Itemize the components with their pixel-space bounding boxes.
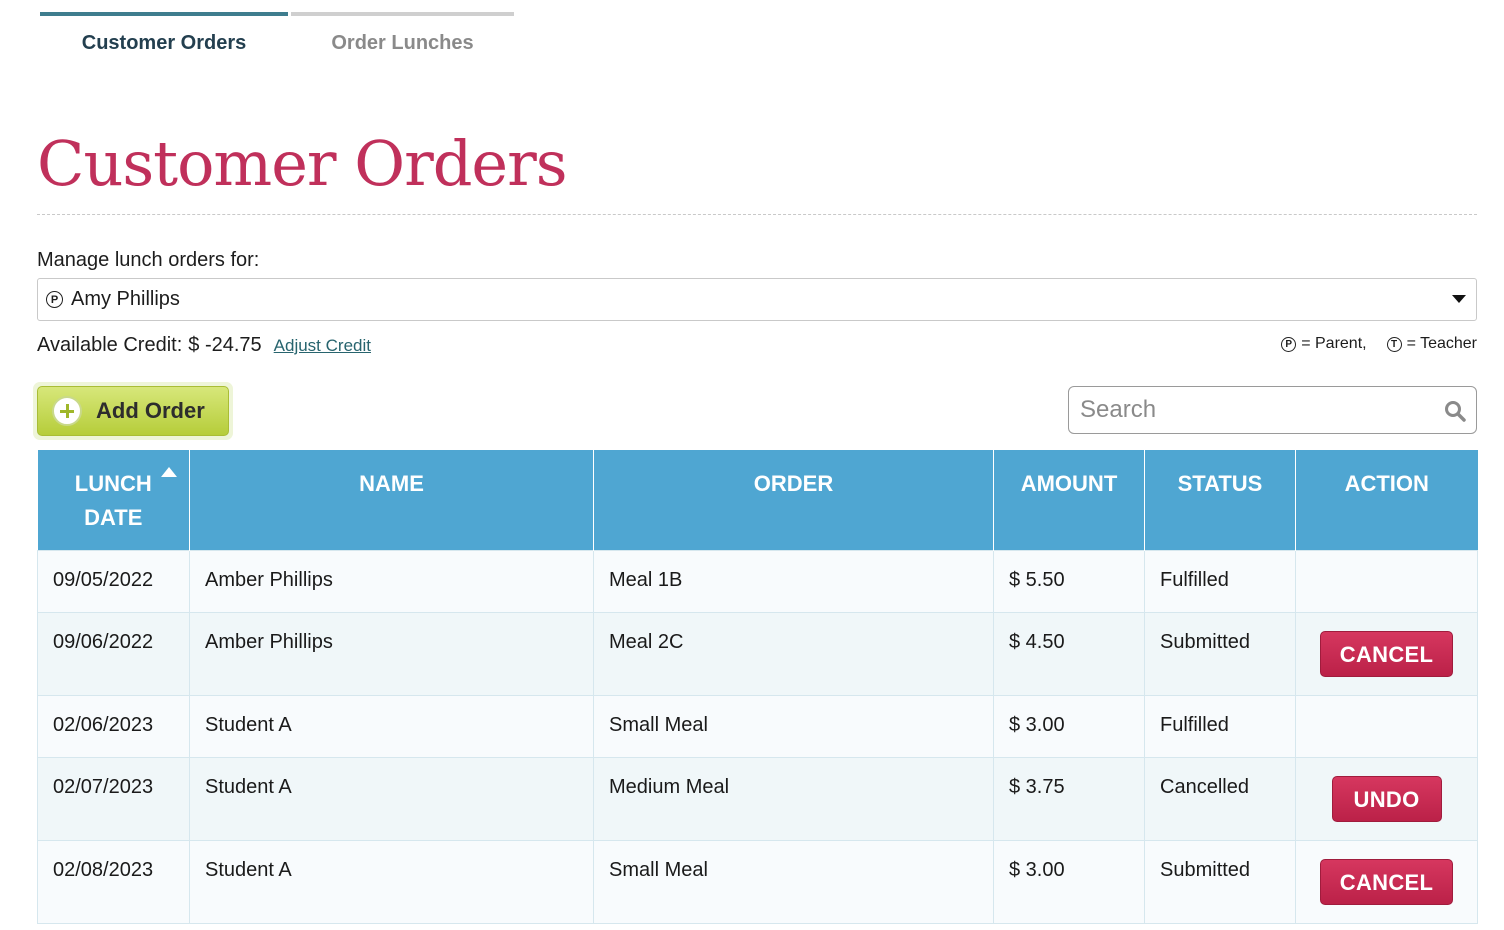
adjust-credit-link[interactable]: Adjust Credit (274, 336, 371, 356)
cell-action: UNDO (1295, 756, 1478, 841)
cell-name: Student A (189, 694, 594, 758)
cell-amount: $ 3.75 (993, 756, 1145, 841)
tab-order-lunches[interactable]: Order Lunches (291, 12, 514, 60)
cell-date: 09/06/2022 (37, 611, 190, 696)
cell-order: Meal 2C (593, 611, 994, 696)
cell-order: Meal 1B (593, 549, 994, 613)
plus-icon (52, 396, 82, 426)
cell-amount: $ 3.00 (993, 694, 1145, 758)
title-divider (37, 214, 1477, 215)
lunch-date-header-line2: DATE (84, 505, 143, 530)
teacher-legend-text: = Teacher (1406, 335, 1477, 352)
credit-label: Available Credit: (37, 334, 183, 356)
cell-amount: $ 5.50 (993, 549, 1145, 613)
cancel-button[interactable]: CANCEL (1320, 630, 1453, 677)
cell-name: Student A (189, 839, 594, 924)
table-row: 09/06/2022 Amber Phillips Meal 2C $ 4.50… (37, 611, 1478, 696)
table-row: 02/08/2023 Student A Small Meal $ 3.00 S… (37, 839, 1478, 924)
cell-action: CANCEL (1295, 839, 1478, 924)
table-row: 02/06/2023 Student A Small Meal $ 3.00 F… (37, 694, 1478, 758)
page-title: Customer Orders (37, 127, 568, 200)
column-header-status[interactable]: STATUS (1144, 450, 1296, 550)
selected-customer: Amy Phillips (71, 288, 180, 310)
customer-select[interactable]: P Amy Phillips (37, 278, 1477, 321)
column-header-lunch-date[interactable]: LUNCH DATE (37, 450, 190, 550)
cell-date: 02/08/2023 (37, 839, 190, 924)
lunch-date-header-line1: LUNCH (74, 471, 152, 496)
add-order-button-face: Add Order (37, 386, 229, 436)
table-header-row: LUNCH DATE NAME ORDER AMOUNT STATUS ACTI… (37, 450, 1478, 550)
column-header-action: ACTION (1295, 450, 1478, 550)
credit-line: Available Credit: $ -24.75 Adjust Credit (37, 334, 371, 357)
teacher-role-icon: T (1386, 336, 1402, 352)
cell-status: Fulfilled (1144, 694, 1296, 758)
cell-action (1295, 549, 1478, 613)
cell-name: Amber Phillips (189, 611, 594, 696)
cell-action: CANCEL (1295, 611, 1478, 696)
cell-name: Student A (189, 756, 594, 841)
search-icon[interactable] (1444, 400, 1466, 422)
add-order-button[interactable]: Add Order (33, 382, 233, 440)
search-input[interactable] (1078, 387, 1442, 433)
cell-order: Small Meal (593, 839, 994, 924)
role-legend: P = Parent, T = Teacher (1281, 335, 1477, 353)
credit-amount: $ -24.75 (188, 334, 262, 356)
cell-amount: $ 4.50 (993, 611, 1145, 696)
parent-legend-text: = Parent, (1301, 335, 1367, 352)
cell-order: Small Meal (593, 694, 994, 758)
sort-ascending-icon (160, 467, 177, 477)
cancel-button[interactable]: CANCEL (1320, 858, 1453, 905)
tab-customer-orders[interactable]: Customer Orders (40, 12, 288, 60)
table-row: 09/05/2022 Amber Phillips Meal 1B $ 5.50… (37, 549, 1478, 613)
chevron-down-icon (1452, 295, 1466, 303)
cell-status: Submitted (1144, 611, 1296, 696)
orders-table: LUNCH DATE NAME ORDER AMOUNT STATUS ACTI… (37, 450, 1478, 924)
parent-role-icon: P (1281, 336, 1297, 352)
search-box (1068, 386, 1477, 434)
cell-date: 09/05/2022 (37, 549, 190, 613)
column-header-amount[interactable]: AMOUNT (993, 450, 1145, 550)
cell-status: Cancelled (1144, 756, 1296, 841)
cell-date: 02/06/2023 (37, 694, 190, 758)
column-header-name[interactable]: NAME (189, 450, 594, 550)
add-order-label: Add Order (96, 398, 205, 423)
cell-name: Amber Phillips (189, 549, 594, 613)
cell-status: Fulfilled (1144, 549, 1296, 613)
column-header-order[interactable]: ORDER (593, 450, 994, 550)
cell-order: Medium Meal (593, 756, 994, 841)
cell-date: 02/07/2023 (37, 756, 190, 841)
undo-button[interactable]: UNDO (1331, 775, 1442, 822)
cell-status: Submitted (1144, 839, 1296, 924)
cell-action (1295, 694, 1478, 758)
manage-orders-label: Manage lunch orders for: (37, 249, 260, 271)
tab-bar: Customer Orders Order Lunches (40, 12, 514, 72)
table-row: 02/07/2023 Student A Medium Meal $ 3.75 … (37, 756, 1478, 841)
parent-role-icon: P (46, 291, 63, 308)
cell-amount: $ 3.00 (993, 839, 1145, 924)
